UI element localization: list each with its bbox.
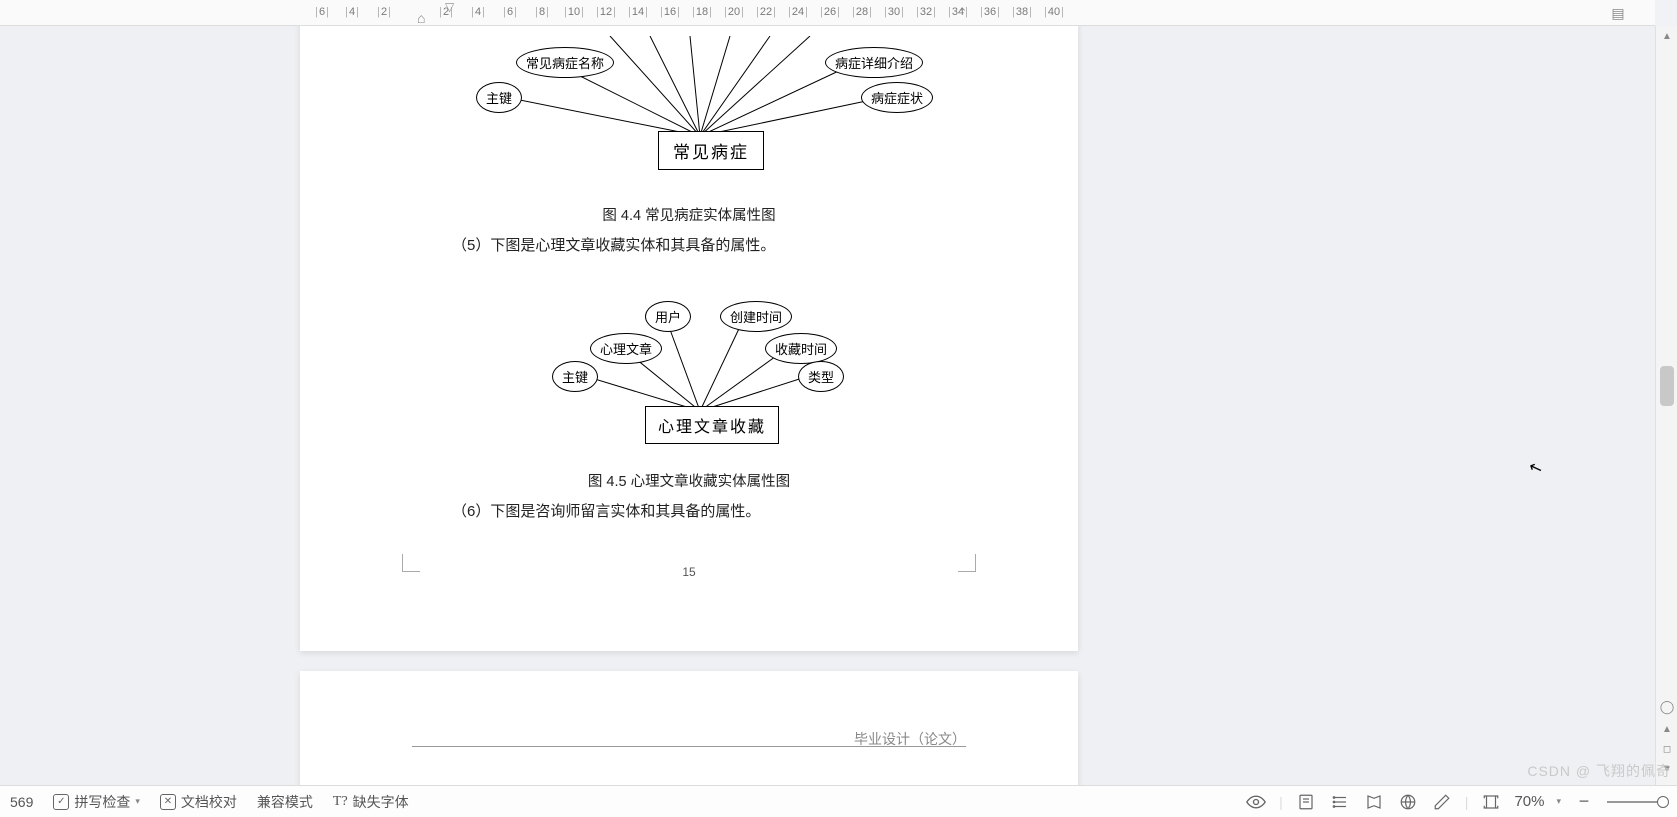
- page-count[interactable]: 569: [0, 786, 43, 817]
- page-count-value: 569: [10, 794, 33, 810]
- ruler-tick: |2|: [376, 6, 392, 18]
- pencil-icon[interactable]: [1431, 791, 1453, 813]
- compat-mode-button[interactable]: 兼容模式: [247, 786, 323, 817]
- page-header-line: [412, 746, 966, 747]
- font-question-icon: T?: [333, 794, 348, 810]
- attr-primary-key-2: 主键: [552, 361, 598, 392]
- page-view-icon[interactable]: [1295, 791, 1317, 813]
- fit-page-icon[interactable]: [1480, 791, 1502, 813]
- outline-view-icon[interactable]: [1329, 791, 1351, 813]
- ruler-tick: |20|: [723, 6, 745, 18]
- scroll-nav-circle-icon[interactable]: ◯: [1656, 699, 1677, 715]
- check-icon: ✓: [53, 794, 69, 810]
- ruler-tick: |8|: [534, 6, 550, 18]
- missing-font-button[interactable]: T? 缺失字体: [323, 786, 419, 817]
- scroll-up-icon[interactable]: ▲: [1656, 26, 1677, 46]
- document-canvas[interactable]: 主键 常见病症名称 病症详细介绍 病症症状 常见病症 图 4.4 常见病症实体属…: [0, 26, 1655, 785]
- ruler-tick: |38|: [1011, 6, 1033, 18]
- horizontal-ruler[interactable]: |6||4||2||2||4||6||8||10||12||14||16||18…: [0, 0, 1655, 26]
- attr-type: 类型: [798, 361, 844, 392]
- reading-view-icon[interactable]: [1363, 791, 1385, 813]
- compat-label: 兼容模式: [257, 792, 313, 812]
- ruler-tick: |18|: [691, 6, 713, 18]
- scroll-thumb[interactable]: [1660, 366, 1674, 406]
- zoom-slider-knob[interactable]: [1657, 796, 1669, 808]
- er-diagram-article-favorite: 主键 心理文章 用户 创建时间 收藏时间 类型 心理文章收藏: [540, 291, 860, 441]
- ruler-tick: |6|: [314, 6, 330, 18]
- paragraph-5: （5）下图是心理文章收藏实体和其具备的属性。: [452, 234, 775, 255]
- zoom-out-icon[interactable]: −: [1573, 791, 1595, 813]
- watermark-text: CSDN @ 飞翔的佩奇: [1527, 761, 1671, 781]
- scroll-page-select-icon[interactable]: ◻: [1656, 744, 1677, 755]
- ruler-tick: |32|: [915, 6, 937, 18]
- zoom-level[interactable]: 70%: [1514, 793, 1544, 810]
- missing-font-label: 缺失字体: [353, 792, 409, 812]
- ruler-tick: |24|: [787, 6, 809, 18]
- attr-disease-name: 常见病症名称: [516, 47, 614, 78]
- scroll-page-up-icon[interactable]: ▲: [1656, 724, 1677, 735]
- document-page-1: 主键 常见病症名称 病症详细介绍 病症症状 常见病症 图 4.4 常见病症实体属…: [300, 26, 1078, 651]
- dropdown-icon: ▾: [135, 796, 140, 807]
- web-layout-icon[interactable]: [1397, 791, 1419, 813]
- attr-user: 用户: [645, 301, 691, 332]
- eye-icon[interactable]: [1245, 791, 1267, 813]
- entity-article-favorite: 心理文章收藏: [645, 406, 779, 444]
- zoom-slider[interactable]: [1607, 801, 1667, 803]
- ruler-tick: |40|: [1043, 6, 1065, 18]
- ruler-tick: |4|: [344, 6, 360, 18]
- zoom-dropdown-icon[interactable]: ▾: [1556, 796, 1561, 807]
- ruler-tick: |16|: [659, 6, 681, 18]
- ruler-tick: |36|: [979, 6, 1001, 18]
- attr-disease-detail: 病症详细介绍: [825, 47, 923, 78]
- page-number: 15: [300, 565, 1078, 579]
- attr-favorite-time: 收藏时间: [765, 333, 837, 364]
- attr-create-time: 创建时间: [720, 301, 792, 332]
- ruler-tick: |28|: [851, 6, 873, 18]
- ruler-tick: |30|: [883, 6, 905, 18]
- ruler-settings-icon[interactable]: ▤: [1609, 4, 1627, 22]
- entity-common-disease: 常见病症: [658, 131, 764, 170]
- figure-caption-4-5: 图 4.5 心理文章收藏实体属性图: [300, 470, 1078, 491]
- document-page-2: 毕业设计（论文）: [300, 671, 1078, 785]
- proofread-button[interactable]: ✕ 文档校对: [150, 786, 247, 817]
- ruler-tick: |26|: [819, 6, 841, 18]
- attr-disease-symptom: 病症症状: [861, 82, 933, 113]
- close-icon: ✕: [160, 794, 176, 810]
- attr-article: 心理文章: [590, 333, 662, 364]
- ruler-tick: |10|: [563, 6, 585, 18]
- spellcheck-button[interactable]: ✓ 拼写检查 ▾: [43, 786, 150, 817]
- proofread-label: 文档校对: [181, 792, 237, 812]
- ruler-right-mark-icon[interactable]: ⌃: [958, 6, 967, 19]
- figure-caption-4-4: 图 4.4 常见病症实体属性图: [300, 204, 1078, 225]
- status-bar: 569 ✓ 拼写检查 ▾ ✕ 文档校对 兼容模式 T? 缺失字体 |: [0, 785, 1677, 817]
- spellcheck-label: 拼写检查: [74, 792, 130, 812]
- paragraph-6: （6）下图是咨询师留言实体和其具备的属性。: [452, 500, 760, 521]
- ruler-tick: |4|: [470, 6, 486, 18]
- ruler-tick: |22|: [755, 6, 777, 18]
- ruler-indent-icon[interactable]: ⌂: [417, 10, 425, 26]
- ruler-cursor-icon: ▽: [445, 0, 454, 14]
- ruler-tick: |12|: [595, 6, 617, 18]
- er-diagram-common-disease: 主键 常见病症名称 病症详细介绍 病症症状 常见病症: [470, 36, 930, 166]
- ruler-tick: |6|: [502, 6, 518, 18]
- ruler-tick: |14|: [627, 6, 649, 18]
- vertical-scrollbar[interactable]: ▲ ◯ ▲ ◻ ▼: [1655, 26, 1677, 785]
- attr-primary-key: 主键: [476, 82, 522, 113]
